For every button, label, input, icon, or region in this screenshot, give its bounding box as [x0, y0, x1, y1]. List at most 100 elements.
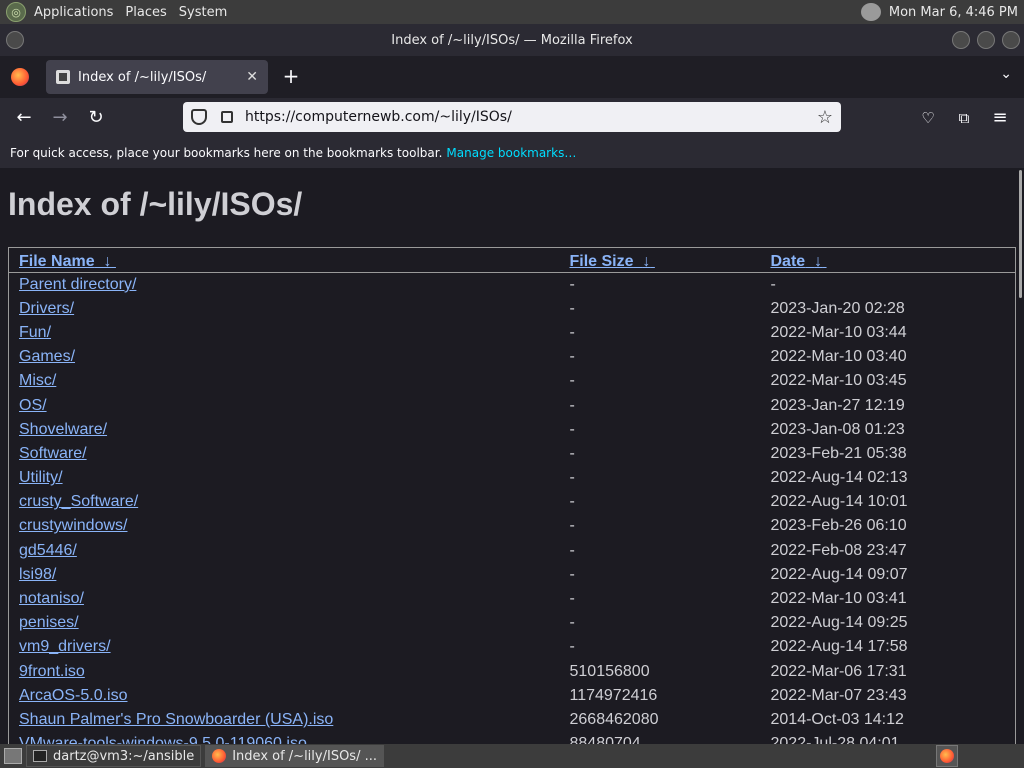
sort-arrow-icon: ↓ [642, 253, 651, 270]
file-link[interactable]: OS/ [19, 397, 47, 414]
file-link[interactable]: lsi98/ [19, 566, 56, 583]
minimize-button[interactable] [952, 31, 970, 49]
sort-by-date-link[interactable]: Date ↓ [771, 253, 827, 270]
url-text[interactable]: https://computernewb.com/~lily/ISOs/ [245, 109, 512, 125]
sort-by-size-link[interactable]: File Size ↓ [570, 253, 655, 270]
site-favicon-icon [56, 70, 70, 84]
date-cell: 2023-Jan-08 01:23 [770, 420, 905, 438]
applications-menu[interactable]: Applications [28, 5, 119, 20]
bookmark-star-icon[interactable]: ☆ [817, 107, 833, 128]
workspace-switcher[interactable] [936, 745, 958, 767]
date-cell: 2022-Aug-14 17:58 [770, 638, 908, 656]
table-row: Drivers/ - 2023-Jan-20 02:28 [9, 297, 1016, 321]
file-name-cell: ArcaOS-5.0.iso [9, 684, 560, 708]
file-size-cell: - [569, 469, 575, 487]
window-menu-button[interactable] [6, 31, 24, 49]
file-link[interactable]: penises/ [19, 614, 79, 631]
file-link[interactable]: VMware-tools-windows-9.5.0-119060.iso [19, 735, 307, 744]
firefox-icon [212, 749, 227, 763]
file-link[interactable]: crusty_Software/ [19, 493, 138, 510]
sort-by-name-link[interactable]: File Name ↓ [19, 253, 116, 270]
file-size-cell: - [569, 565, 575, 583]
close-window-button[interactable] [1002, 31, 1020, 49]
file-size-cell: - [569, 275, 575, 293]
table-header-row: File Name ↓ File Size ↓ Date ↓ [8, 247, 1016, 273]
file-link[interactable]: Shovelware/ [19, 421, 107, 438]
file-size-cell: 1174972416 [569, 686, 658, 704]
reload-button[interactable]: ↻ [84, 106, 108, 130]
table-row: Shaun Palmer's Pro Snowboarder (USA).iso… [9, 708, 1016, 732]
date-cell: 2023-Jan-27 12:19 [770, 396, 905, 414]
tab-index-of-isos[interactable]: Index of /~lily/ISOs/ ✕ [46, 60, 268, 94]
clock[interactable]: Mon Mar 6, 4:46 PM [889, 5, 1018, 20]
table-row: vm9_drivers/ - 2022-Aug-14 17:58 [9, 635, 1016, 659]
places-menu[interactable]: Places [119, 5, 172, 20]
date-cell: 2022-Mar-10 03:41 [770, 590, 907, 608]
taskbar-item-label: dartz@vm3:~/ansible [53, 748, 195, 764]
file-link[interactable]: Software/ [19, 445, 87, 462]
file-name-cell: 9front.iso [9, 660, 560, 684]
pocket-icon[interactable]: ♡ [916, 106, 940, 130]
page-title: Index of /~lily/ISOs/ [8, 186, 303, 222]
maximize-button[interactable] [977, 31, 995, 49]
file-size-cell: - [569, 396, 575, 414]
file-link[interactable]: 9front.iso [19, 663, 85, 680]
file-link[interactable]: Misc/ [19, 372, 56, 389]
file-size-cell: - [569, 444, 575, 462]
manage-bookmarks-link[interactable]: Manage bookmarks… [446, 146, 576, 160]
lock-icon[interactable] [221, 111, 233, 123]
table-row: gd5446/ - 2022-Feb-08 23:47 [9, 539, 1016, 563]
column-header-date[interactable]: Date ↓ [760, 247, 1016, 273]
app-menu-hamburger-icon[interactable]: ≡ [988, 106, 1012, 130]
file-size-cell: 510156800 [569, 662, 650, 680]
date-cell: 2022-Aug-14 09:25 [770, 614, 908, 632]
extensions-icon[interactable]: ⧉ [952, 106, 976, 130]
system-menu[interactable]: System [173, 5, 233, 20]
list-all-tabs-chevron-icon[interactable]: ⌄ [1000, 66, 1012, 82]
taskbar-item-firefox[interactable]: Index of /~lily/ISOs/ ... [205, 745, 384, 767]
table-row: 9front.iso 510156800 2022-Mar-06 17:31 [9, 660, 1016, 684]
back-button[interactable]: ← [12, 106, 36, 130]
volume-icon[interactable] [860, 3, 881, 21]
file-name-cell: Shovelware/ [9, 418, 560, 442]
file-link[interactable]: Parent directory/ [19, 276, 136, 293]
file-link[interactable]: Drivers/ [19, 300, 74, 317]
show-desktop-icon[interactable] [4, 748, 22, 764]
table-row: ArcaOS-5.0.iso 1174972416 2022-Mar-07 23:4… [9, 684, 1016, 708]
taskbar-item-terminal[interactable]: dartz@vm3:~/ansible [26, 745, 202, 767]
date-cell: 2022-Aug-14 10:01 [770, 493, 908, 511]
table-row: Parent directory/ - - [9, 273, 1016, 297]
firefox-view-icon[interactable] [11, 68, 29, 86]
top-panel: ◎ Applications Places System Mon Mar 6, … [0, 0, 1024, 24]
table-row: Utility/ - 2022-Aug-14 02:13 [9, 466, 1016, 490]
tracking-protection-shield-icon[interactable] [191, 109, 207, 125]
new-tab-button[interactable]: + [280, 64, 302, 88]
column-header-file-size[interactable]: File Size ↓ [559, 247, 761, 273]
file-link[interactable]: crustywindows/ [19, 517, 127, 534]
file-link[interactable]: gd5446/ [19, 542, 77, 559]
distro-logo-icon[interactable]: ◎ [6, 2, 26, 22]
table-row: Fun/ - 2022-Mar-10 03:44 [9, 321, 1016, 345]
date-cell: 2023-Jan-20 02:28 [770, 299, 905, 317]
file-link[interactable]: Fun/ [19, 324, 51, 341]
file-link[interactable]: vm9_drivers/ [19, 638, 111, 655]
table-row: penises/ - 2022-Aug-14 09:25 [9, 611, 1016, 635]
file-link[interactable]: Games/ [19, 348, 75, 365]
date-cell: 2014-Oct-03 14:12 [770, 710, 904, 728]
forward-button[interactable]: → [48, 106, 72, 130]
date-cell: - [770, 275, 776, 293]
bookmarks-toolbar: For quick access, place your bookmarks h… [0, 138, 1024, 168]
column-header-file-name[interactable]: File Name ↓ [8, 247, 560, 273]
file-link[interactable]: Utility/ [19, 469, 63, 486]
file-link[interactable]: ArcaOS-5.0.iso [19, 687, 127, 704]
file-link[interactable]: notaniso/ [19, 590, 84, 607]
file-name-cell: Utility/ [9, 466, 560, 490]
file-link[interactable]: Shaun Palmer's Pro Snowboarder (USA).iso [19, 711, 333, 728]
file-size-cell: - [569, 590, 575, 608]
sort-arrow-icon: ↓ [814, 253, 823, 270]
scrollbar-thumb[interactable] [1019, 170, 1022, 298]
date-cell: 2022-Mar-07 23:43 [770, 686, 907, 704]
close-tab-icon[interactable]: ✕ [246, 69, 258, 85]
window-titlebar[interactable]: Index of /~lily/ISOs/ — Mozilla Firefox [0, 24, 1024, 56]
url-bar[interactable]: https://computernewb.com/~lily/ISOs/ ☆ [183, 102, 841, 132]
